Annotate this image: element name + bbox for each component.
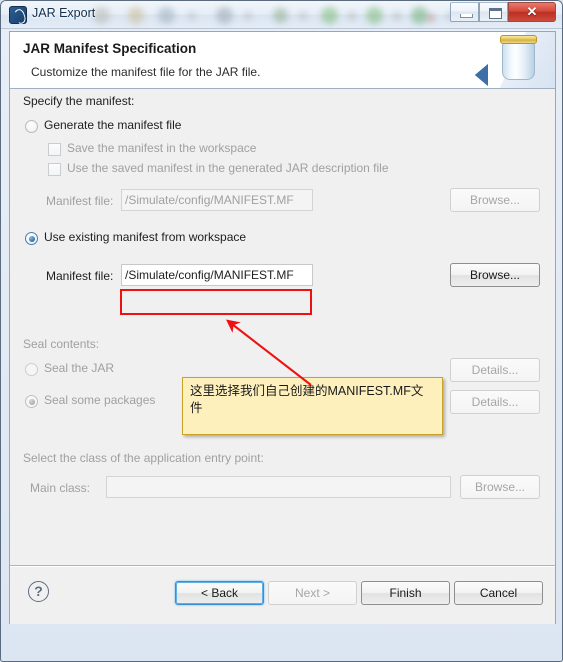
use-saved-manifest-label: Use the saved manifest in the generated … <box>67 161 389 175</box>
generate-manifest-radio[interactable] <box>25 120 38 133</box>
close-button[interactable]: ✕ <box>508 2 556 22</box>
jar-body-shape <box>502 42 535 80</box>
wizard-footer: ? < Back Next > Finish Cancel <box>10 567 555 624</box>
desktop-blur-artifact <box>128 7 144 24</box>
annotation-callout: 这里选择我们自己创建的MANIFEST.MF文件 <box>182 377 443 435</box>
seal-packages-details-button[interactable]: Details... <box>450 390 540 414</box>
manifest-file-input[interactable]: /Simulate/config/MANIFEST.MF <box>121 264 313 286</box>
desktop-blur-artifact <box>273 8 288 23</box>
desktop-blur-artifact <box>348 12 356 20</box>
cancel-button[interactable]: Cancel <box>454 581 543 605</box>
window-title: JAR Export <box>32 6 96 20</box>
desktop-blur-artifact <box>188 12 196 20</box>
page-description: Customize the manifest file for the JAR … <box>31 65 261 79</box>
title-bar: JAR Export ✕ <box>1 1 562 29</box>
desktop-blur-artifact <box>158 7 175 24</box>
manifest-file-input-disabled[interactable]: /Simulate/config/MANIFEST.MF <box>121 189 313 211</box>
desktop-blur-artifact <box>427 14 435 22</box>
save-manifest-checkbox[interactable] <box>48 143 61 156</box>
use-existing-manifest-label: Use existing manifest from workspace <box>44 230 247 244</box>
browse-button-disabled[interactable]: Browse... <box>450 188 540 212</box>
main-class-input[interactable] <box>106 476 451 498</box>
main-class-label: Main class: <box>30 481 91 495</box>
seal-some-packages-radio[interactable] <box>25 395 38 408</box>
wizard-frame: JAR Manifest Specification Customize the… <box>9 31 556 624</box>
finish-button[interactable]: Finish <box>361 581 450 605</box>
wizard-header: JAR Manifest Specification Customize the… <box>10 32 555 89</box>
save-manifest-label: Save the manifest in the workspace <box>67 141 257 155</box>
jar-export-icon <box>9 6 27 24</box>
wizard-body: Specify the manifest: Generate the manif… <box>10 89 555 566</box>
minimize-button[interactable] <box>450 2 479 22</box>
seal-the-jar-radio[interactable] <box>25 363 38 376</box>
use-saved-manifest-checkbox[interactable] <box>48 163 61 176</box>
blue-arrow-icon <box>475 64 488 86</box>
desktop-blur-artifact <box>411 7 428 24</box>
page-title: JAR Manifest Specification <box>23 41 197 56</box>
desktop-blur-artifact <box>93 7 110 24</box>
jar-export-dialog: JAR Export ✕ JAR Manifest Specification … <box>0 0 563 662</box>
entry-point-group-label: Select the class of the application entr… <box>23 451 264 465</box>
help-icon[interactable]: ? <box>28 581 49 602</box>
close-icon: ✕ <box>526 4 538 19</box>
back-button[interactable]: < Back <box>175 581 264 605</box>
next-button[interactable]: Next > <box>268 581 357 605</box>
seal-jar-details-button[interactable]: Details... <box>450 358 540 382</box>
seal-the-jar-label: Seal the JAR <box>44 361 115 375</box>
desktop-blur-artifact <box>366 7 383 24</box>
manifest-file-label-active: Manifest file: <box>46 269 114 283</box>
browse-button-main-class[interactable]: Browse... <box>460 475 540 499</box>
seal-some-packages-label: Seal some packages <box>44 393 156 407</box>
jar-lid-shape <box>500 35 537 44</box>
specify-manifest-group-label: Specify the manifest: <box>23 94 135 108</box>
desktop-blur-artifact <box>244 12 252 20</box>
generate-manifest-label: Generate the manifest file <box>44 118 182 132</box>
seal-contents-group-label: Seal contents: <box>23 337 100 351</box>
desktop-blur-artifact <box>299 12 307 20</box>
manifest-file-label-disabled: Manifest file: <box>46 194 114 208</box>
desktop-blur-artifact <box>393 12 401 20</box>
desktop-blur-artifact <box>216 7 233 24</box>
desktop-blur-artifact <box>321 7 338 24</box>
maximize-button[interactable] <box>479 2 508 22</box>
jar-banner-image <box>465 32 555 88</box>
browse-button-manifest[interactable]: Browse... <box>450 263 540 287</box>
use-existing-manifest-radio[interactable] <box>25 232 38 245</box>
